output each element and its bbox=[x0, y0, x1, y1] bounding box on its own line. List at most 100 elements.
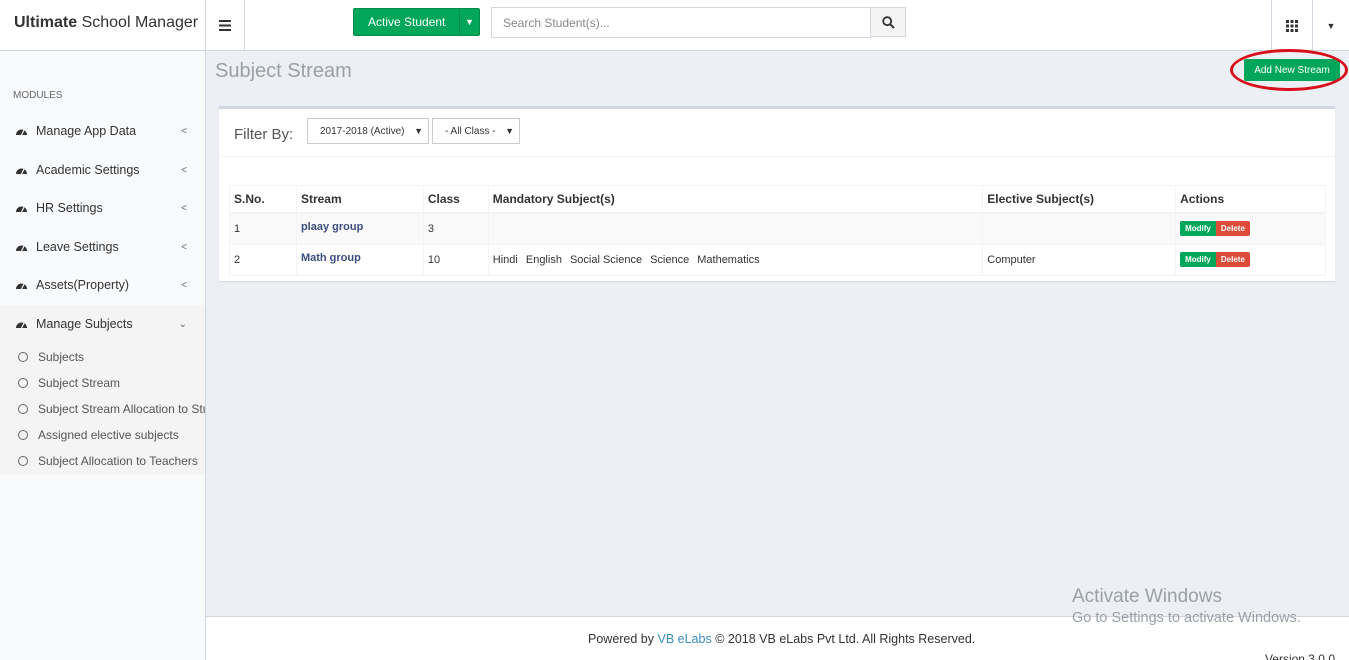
sidebar-item-label: Manage Subjects bbox=[36, 317, 133, 331]
sidebar-item-label: Academic Settings bbox=[36, 163, 140, 177]
subject-tag: Social Science bbox=[569, 253, 643, 266]
apps-grid-button[interactable] bbox=[1271, 0, 1313, 51]
sidebar-item-leave-settings[interactable]: Leave Settings < bbox=[0, 228, 205, 266]
submenu-item-teacher-allocation[interactable]: Subject Allocation to Teachers bbox=[18, 448, 205, 474]
page-title: Subject Stream bbox=[215, 60, 352, 82]
copyright-text: © 2018 VB eLabs Pvt Ltd. All Rights Rese… bbox=[715, 632, 976, 646]
subject-tag: Mathematics bbox=[697, 253, 760, 266]
menu-toggle-button[interactable] bbox=[206, 0, 245, 51]
chevron-left-icon: < bbox=[181, 279, 187, 291]
sno-cell: 2 bbox=[229, 243, 297, 276]
submenu-item-subject-stream[interactable]: Subject Stream bbox=[18, 370, 205, 396]
submenu-item-label: Subject Allocation to Teachers bbox=[38, 454, 198, 468]
top-navbar: Ultimate School Manager Active Student ▼… bbox=[0, 0, 1349, 51]
column-header: Stream bbox=[295, 185, 424, 214]
session-select[interactable]: 2017-2018 (Active) ▼ bbox=[307, 118, 429, 144]
class-select-value: - All Class - bbox=[445, 125, 496, 137]
table-header-row: S.No. Stream Class Mandatory Subject(s) … bbox=[229, 185, 1326, 214]
sidebar-item-manage-app-data[interactable]: Manage App Data < bbox=[0, 112, 205, 150]
column-header: Class bbox=[422, 185, 489, 214]
submenu-manage-subjects: Subjects Subject Stream Subject Stream A… bbox=[0, 342, 205, 474]
stream-cell: plaay group bbox=[295, 212, 424, 245]
sidebar-item-label: HR Settings bbox=[36, 201, 103, 215]
modify-button[interactable]: Modify bbox=[1180, 252, 1216, 267]
column-header: Elective Subject(s) bbox=[982, 185, 1177, 214]
add-new-stream-button[interactable]: Add New Stream bbox=[1244, 59, 1340, 81]
chevron-left-icon: < bbox=[181, 241, 187, 253]
caret-down-icon: ▼ bbox=[414, 126, 423, 136]
class-cell: 10 bbox=[422, 243, 489, 276]
chevron-left-icon: < bbox=[181, 202, 187, 214]
delete-button[interactable]: Delete bbox=[1215, 221, 1250, 237]
chevron-left-icon: < bbox=[181, 164, 187, 176]
powered-by-text: Powered by bbox=[588, 632, 655, 646]
sidebar-item-label: Leave Settings bbox=[36, 240, 119, 254]
sidebar-item-label: Manage App Data bbox=[36, 124, 137, 138]
watermark-line: Activate Windows bbox=[1072, 586, 1222, 607]
sidebar-item-manage-subjects[interactable]: Manage Subjects ⌄ bbox=[0, 305, 205, 343]
actions-cell: Modify Delete bbox=[1175, 212, 1326, 245]
stream-list-box: Filter By: 2017-2018 (Active) ▼ - All Cl… bbox=[219, 106, 1335, 281]
windows-activation-watermark: Activate Windows Go to Settings to activ… bbox=[1072, 586, 1301, 626]
brand-bold: Ultimate bbox=[14, 14, 78, 31]
footer-text: Powered by VB eLabs © 2018 VB eLabs Pvt … bbox=[588, 632, 975, 646]
submenu-item-stream-allocation[interactable]: Subject Stream Allocation to Stu bbox=[18, 396, 205, 422]
modify-button[interactable]: Modify bbox=[1180, 221, 1216, 237]
submenu-item-label: Subjects bbox=[38, 350, 85, 364]
dashboard-icon bbox=[15, 164, 28, 177]
circle-icon bbox=[18, 456, 28, 466]
caret-down-icon: ▼ bbox=[1326, 20, 1336, 31]
stream-link[interactable]: plaay group bbox=[301, 221, 363, 233]
delete-button[interactable]: Delete bbox=[1215, 252, 1250, 267]
subject-tag: Hindi bbox=[492, 253, 518, 266]
active-student-button[interactable]: Active Student ▼ bbox=[353, 8, 480, 36]
sno-cell: 1 bbox=[229, 212, 297, 245]
search-button[interactable] bbox=[870, 7, 906, 37]
column-header: S.No. bbox=[229, 185, 297, 214]
chevron-down-icon: ⌄ bbox=[178, 318, 187, 330]
stream-link[interactable]: Math group bbox=[301, 252, 361, 264]
mandatory-cell: Hindi English Social Science Science Mathema… bbox=[487, 243, 984, 276]
sidebar-item-academic-settings[interactable]: Academic Settings < bbox=[0, 151, 205, 189]
subject-tag: English bbox=[525, 253, 562, 266]
dashboard-icon bbox=[15, 125, 28, 138]
user-dropdown-toggle[interactable]: ▼ bbox=[1313, 0, 1349, 51]
sidebar-item-assets[interactable]: Assets(Property) < bbox=[0, 266, 205, 304]
caret-down-icon[interactable]: ▼ bbox=[459, 9, 479, 35]
hamburger-icon bbox=[219, 20, 231, 31]
watermark-line: Go to Settings to activate Windows. bbox=[1072, 610, 1301, 626]
app-brand[interactable]: Ultimate School Manager bbox=[0, 0, 206, 51]
active-student-label: Active Student bbox=[368, 15, 446, 29]
elective-cell: Computer bbox=[982, 243, 1177, 276]
actions-cell: Modify Delete bbox=[1175, 243, 1326, 276]
caret-down-icon: ▼ bbox=[505, 126, 514, 136]
filter-bar: Filter By: 2017-2018 (Active) ▼ - All Cl… bbox=[219, 109, 1335, 157]
submenu-item-label: Subject Stream bbox=[38, 376, 121, 390]
vendor-link[interactable]: VB eLabs bbox=[658, 632, 712, 646]
sidebar-header: MODULES bbox=[13, 90, 63, 101]
column-header: Actions bbox=[1175, 185, 1326, 214]
submenu-item-assigned-elective[interactable]: Assigned elective subjects bbox=[18, 422, 205, 448]
submenu-item-subjects[interactable]: Subjects bbox=[18, 344, 205, 370]
dashboard-icon bbox=[15, 279, 28, 292]
submenu-item-label: Subject Stream Allocation to Stu bbox=[38, 402, 205, 416]
session-select-value: 2017-2018 (Active) bbox=[320, 125, 405, 137]
column-header: Mandatory Subject(s) bbox=[487, 185, 984, 214]
submenu-item-label: Assigned elective subjects bbox=[38, 428, 179, 442]
table-row: 2 Math group 10 Hindi English Social Scien… bbox=[229, 243, 1326, 276]
search-icon bbox=[881, 15, 895, 29]
class-cell: 3 bbox=[422, 212, 489, 245]
grid-icon bbox=[1286, 19, 1298, 32]
dashboard-icon bbox=[15, 241, 28, 254]
dashboard-icon bbox=[15, 202, 28, 215]
sidebar: MODULES Manage App Data < Academic Setti… bbox=[0, 51, 206, 660]
mandatory-cell bbox=[487, 212, 984, 245]
filter-label: Filter By: bbox=[234, 126, 294, 143]
class-select[interactable]: - All Class - ▼ bbox=[432, 118, 520, 144]
circle-icon bbox=[18, 430, 28, 440]
sidebar-item-hr-settings[interactable]: HR Settings < bbox=[0, 189, 205, 227]
sidebar-item-label: Assets(Property) bbox=[36, 278, 130, 292]
search-input[interactable] bbox=[491, 7, 871, 38]
table-row: 1 plaay group 3 Modify Delete bbox=[229, 212, 1326, 245]
dashboard-icon bbox=[15, 318, 28, 331]
